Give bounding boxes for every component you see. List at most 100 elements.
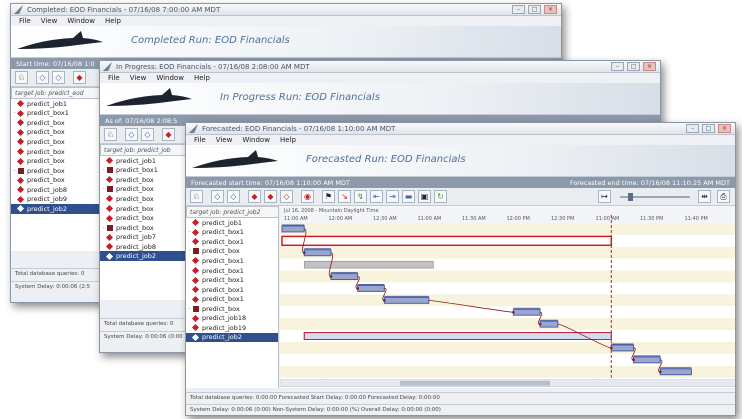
minimize-button[interactable]: – [686, 124, 699, 133]
gantt-chart[interactable]: Jul 16, 2008 - Mountain Daylight Time 11:… [280, 206, 735, 388]
diamond-nav-icon[interactable]: ◇ [141, 128, 154, 141]
zoom-slider-thumb[interactable] [628, 193, 633, 201]
tree-row[interactable]: - predict_box [186, 304, 278, 314]
menu-file[interactable]: File [19, 17, 31, 25]
tree-row[interactable]: predict_box1 [186, 266, 278, 276]
menu-help[interactable]: Help [280, 136, 296, 144]
minimize-button[interactable]: – [611, 62, 624, 71]
minimize-button[interactable]: – [512, 5, 525, 14]
job-tree[interactable]: predict_job1- predict_box1 predict_box pred… [11, 99, 104, 251]
tree-row[interactable]: - predict_box [100, 223, 193, 233]
menu-window[interactable]: Window [67, 17, 95, 25]
diamond-nav-icon[interactable]: ◇ [52, 71, 65, 84]
tree-row[interactable]: predict_box [11, 128, 104, 138]
diamond-outline-icon[interactable]: ◇ [280, 190, 293, 203]
tree-row[interactable]: predict_box [11, 137, 104, 147]
fit-icon[interactable]: ↦ [598, 190, 611, 203]
tree-row[interactable]: predict_job18 [186, 313, 278, 323]
diamond-red-icon[interactable]: ◆ [248, 190, 261, 203]
tree-row[interactable]: predict_job7 [100, 232, 193, 242]
maximize-button[interactable]: □ [702, 124, 715, 133]
tree-row[interactable]: predict_box [11, 175, 104, 185]
job-tree[interactable]: predict_job1- predict_box1 predict_box - pre… [100, 156, 193, 300]
tree-toggle[interactable]: - [11, 168, 18, 174]
print-icon[interactable]: ⎙ [717, 190, 730, 203]
diamond-nav-icon[interactable]: ◇ [227, 190, 240, 203]
tree-row[interactable]: predict_box1 [186, 256, 278, 266]
menu-help[interactable]: Help [194, 74, 210, 82]
maximize-button[interactable]: □ [627, 62, 640, 71]
tree-row[interactable]: - predict_box1 [186, 228, 278, 238]
branch-icon[interactable]: ↯ [354, 190, 367, 203]
binoculars-icon[interactable]: ♘ [15, 71, 28, 84]
diamond-red-icon[interactable]: ◆ [73, 71, 86, 84]
window-icon[interactable]: ▣ [418, 190, 431, 203]
diamond-nav-icon[interactable]: ◇ [36, 71, 49, 84]
tree-row[interactable]: predict_box1 [186, 294, 278, 304]
menu-file[interactable]: File [108, 74, 120, 82]
menu-window[interactable]: Window [242, 136, 270, 144]
flag-icon[interactable]: ⚑ [322, 190, 335, 203]
zoom-fit-icon[interactable]: ⇹ [698, 190, 711, 203]
tree-row[interactable]: predict_job8 [100, 242, 193, 252]
diamond-red-icon[interactable]: ◆ [264, 190, 277, 203]
job-diamond-icon [16, 119, 25, 127]
tree-row[interactable]: - predict_box1 [11, 109, 104, 119]
tree-row[interactable]: predict_job19 [186, 323, 278, 333]
menu-window[interactable]: Window [156, 74, 184, 82]
tree-row[interactable]: predict_box1 [186, 275, 278, 285]
link-icon[interactable]: ↘ [338, 190, 351, 203]
binoculars-icon[interactable]: ♘ [190, 190, 203, 203]
tree-toggle[interactable]: - [100, 186, 107, 192]
binoculars-icon[interactable]: ♘ [104, 128, 117, 141]
menu-view[interactable]: View [41, 17, 58, 25]
forecasted-titlebar[interactable]: Forecasted: EOD Financials - 07/16/08 1:… [186, 123, 735, 135]
tree-row[interactable]: - predict_box [11, 166, 104, 176]
menu-view[interactable]: View [216, 136, 233, 144]
tree-row[interactable]: predict_job9 [11, 194, 104, 204]
close-button[interactable]: × [544, 5, 557, 14]
tree-row[interactable]: predict_box [11, 156, 104, 166]
tree-toggle[interactable]: - [100, 225, 107, 231]
tree-row-selected[interactable]: predict_job2 [186, 332, 278, 343]
tree-toggle[interactable]: - [186, 248, 193, 254]
diamond-nav-icon[interactable]: ◇ [211, 190, 224, 203]
close-button[interactable]: × [718, 124, 731, 133]
forecasted-window[interactable]: Forecasted: EOD Financials - 07/16/08 1:… [185, 122, 736, 416]
tree-row[interactable]: predict_job1 [186, 218, 278, 228]
align-right-icon[interactable]: ⇥ [386, 190, 399, 203]
tree-row[interactable]: predict_box1 [186, 285, 278, 295]
tree-toggle[interactable]: - [186, 306, 193, 312]
tree-row[interactable]: predict_box [11, 118, 104, 128]
tree-row[interactable]: predict_box [11, 147, 104, 157]
refresh-icon[interactable]: ↻ [434, 190, 447, 203]
tree-row[interactable]: predict_job1 [11, 99, 104, 109]
completed-titlebar[interactable]: Completed: EOD Financials - 07/16/08 7:0… [11, 4, 561, 16]
align-left-icon[interactable]: ⇤ [370, 190, 383, 203]
diamond-red-icon[interactable]: ◆ [162, 128, 175, 141]
stop-icon[interactable]: ◉ [301, 190, 314, 203]
menu-file[interactable]: File [194, 136, 206, 144]
diamond-nav-icon[interactable]: ◇ [125, 128, 138, 141]
bar-icon[interactable]: ▬ [402, 190, 415, 203]
tree-row[interactable]: - predict_box [100, 185, 193, 195]
tree-row[interactable]: predict_box [100, 175, 193, 185]
tree-row-selected[interactable]: predict_job2 [11, 204, 104, 214]
menu-help[interactable]: Help [105, 17, 121, 25]
tree-row-selected[interactable]: predict_job2 [100, 251, 193, 262]
tree-toggle[interactable]: - [100, 167, 107, 173]
tree-row[interactable]: predict_job1 [100, 156, 193, 166]
tree-row[interactable]: predict_box [100, 204, 193, 214]
tree-row[interactable]: - predict_box [186, 247, 278, 257]
tree-row[interactable]: predict_job8 [11, 185, 104, 195]
tree-row[interactable]: predict_box [100, 213, 193, 223]
menu-view[interactable]: View [130, 74, 147, 82]
tree-row[interactable]: predict_box1 [186, 237, 278, 247]
maximize-button[interactable]: □ [528, 5, 541, 14]
in-progress-titlebar[interactable]: In Progress: EOD Financials - 07/16/08 2… [100, 61, 660, 73]
tree-row[interactable]: predict_box [100, 194, 193, 204]
tree-row[interactable]: - predict_box1 [100, 166, 193, 176]
job-tree[interactable]: predict_job1- predict_box1 predict_box1- pr… [186, 218, 279, 388]
zoom-slider[interactable] [620, 193, 690, 201]
close-button[interactable]: × [643, 62, 656, 71]
